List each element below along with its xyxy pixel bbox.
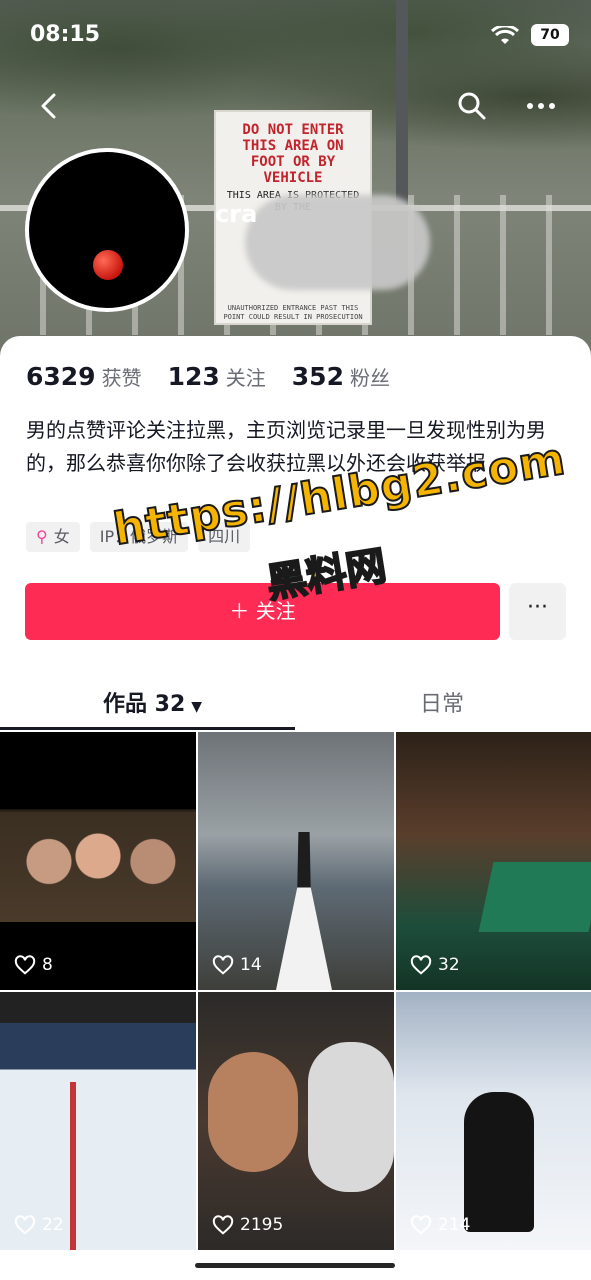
thumb-image bbox=[464, 1092, 534, 1232]
thumb-image bbox=[208, 1052, 298, 1172]
heart-icon bbox=[14, 1215, 36, 1235]
thumb-image bbox=[70, 1082, 76, 1250]
more-options-icon[interactable] bbox=[525, 90, 557, 122]
thumb-image bbox=[276, 832, 332, 990]
tab-works-label: 作品 32 bbox=[103, 692, 186, 717]
home-indicator[interactable] bbox=[195, 1263, 395, 1268]
thumb-image bbox=[308, 1042, 394, 1192]
like-count: 8 bbox=[14, 954, 53, 976]
content-tabs: 作品 32 ▼ 日常 bbox=[0, 672, 591, 730]
gender-tag: ⚲ 女 bbox=[26, 522, 80, 552]
video-grid: 8 14 32 22 2195 214 bbox=[0, 732, 591, 1250]
caret-down-icon: ▼ bbox=[191, 699, 203, 715]
status-bar: 08:15 70 bbox=[30, 22, 571, 50]
stat-likes[interactable]: 6329 获赞 bbox=[26, 362, 142, 391]
username-blur-mask bbox=[245, 195, 430, 290]
battery-indicator: 70 bbox=[531, 24, 569, 46]
like-count-value: 2195 bbox=[240, 1215, 284, 1235]
video-thumbnail[interactable]: 14 bbox=[198, 732, 394, 990]
gender-label: 女 bbox=[53, 527, 70, 546]
sign-line1: DO NOT ENTER THIS AREA ON FOOT OR BY VEH… bbox=[242, 122, 344, 186]
heart-icon bbox=[212, 1215, 234, 1235]
video-thumbnail[interactable]: 2195 bbox=[198, 992, 394, 1250]
like-count-value: 32 bbox=[438, 955, 460, 975]
tab-works[interactable]: 作品 32 ▼ bbox=[103, 686, 202, 718]
username: cra bbox=[215, 200, 258, 228]
following-count: 123 bbox=[167, 362, 220, 391]
wifi-icon bbox=[491, 26, 519, 44]
female-icon: ⚲ bbox=[36, 527, 48, 546]
stat-followers[interactable]: 352 粉丝 bbox=[292, 362, 390, 391]
tab-daily[interactable]: 日常 bbox=[420, 686, 464, 718]
like-count: 2195 bbox=[212, 1214, 283, 1236]
heart-icon bbox=[410, 955, 432, 975]
heart-icon bbox=[410, 1215, 432, 1235]
video-thumbnail[interactable]: 8 bbox=[0, 732, 196, 990]
search-icon[interactable] bbox=[456, 90, 488, 122]
like-count: 14 bbox=[212, 954, 262, 976]
like-count: 214 bbox=[410, 1214, 470, 1236]
like-count: 22 bbox=[14, 1214, 64, 1236]
back-icon[interactable] bbox=[34, 90, 66, 122]
stat-following[interactable]: 123 关注 bbox=[168, 362, 266, 391]
following-label: 关注 bbox=[225, 366, 266, 390]
thumb-image bbox=[478, 862, 591, 932]
followers-count: 352 bbox=[291, 362, 344, 391]
likes-label: 获赞 bbox=[101, 366, 142, 390]
status-time: 08:15 bbox=[30, 22, 101, 47]
heart-icon bbox=[14, 955, 36, 975]
avatar-red-dot bbox=[93, 250, 123, 280]
like-count-value: 8 bbox=[42, 955, 53, 975]
sign-line3: UNAUTHORIZED ENTRANCE PAST THIS POINT CO… bbox=[223, 304, 363, 321]
likes-count: 6329 bbox=[26, 362, 96, 391]
profile-stats: 6329 获赞 123 关注 352 粉丝 bbox=[26, 362, 390, 391]
like-count-value: 14 bbox=[240, 955, 262, 975]
heart-icon bbox=[212, 955, 234, 975]
active-tab-indicator bbox=[0, 727, 295, 730]
more-actions-button[interactable]: ··· bbox=[509, 583, 566, 640]
avatar[interactable] bbox=[25, 148, 189, 312]
ellipsis-icon: ··· bbox=[527, 595, 548, 620]
like-count-value: 22 bbox=[42, 1215, 64, 1235]
like-count-value: 214 bbox=[438, 1215, 471, 1235]
like-count: 32 bbox=[410, 954, 460, 976]
video-thumbnail[interactable]: 214 bbox=[396, 992, 591, 1250]
thumb-image bbox=[0, 812, 196, 922]
video-thumbnail[interactable]: 32 bbox=[396, 732, 591, 990]
video-thumbnail[interactable]: 22 bbox=[0, 992, 196, 1250]
follow-button[interactable]: ＋ 关注 bbox=[25, 583, 500, 640]
followers-label: 粉丝 bbox=[349, 366, 390, 390]
